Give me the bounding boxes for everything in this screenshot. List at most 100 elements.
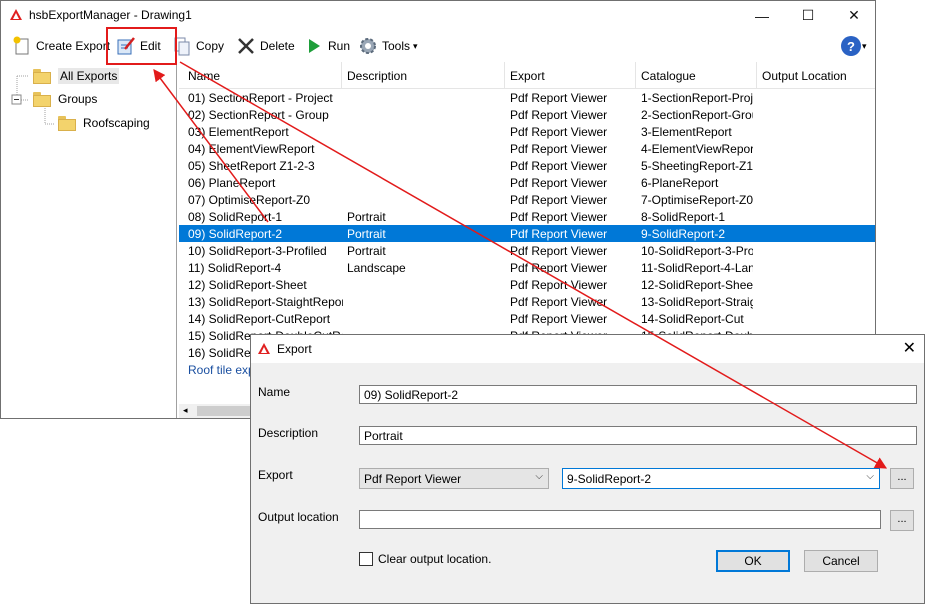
table-row[interactable]: 08) SolidReport-1 Portrait Pdf Report View… xyxy=(179,208,875,225)
help-chevron-down-icon: ▾ xyxy=(862,40,867,51)
copy-button[interactable]: Copy xyxy=(171,33,224,59)
title-bar: hsbExportManager - Drawing1 — ☐ ✕ xyxy=(1,1,875,30)
tree-item-roofscaping[interactable]: Roofscaping xyxy=(57,114,150,132)
cell-name: 09) SolidReport-2 xyxy=(188,227,283,241)
table-row[interactable]: 11) SolidReport-4 Landscape Pdf Report Vie… xyxy=(179,259,875,276)
chevron-down-icon: ⌵ xyxy=(535,471,543,482)
cell-catalogue: 1-SectionReport-Proj... xyxy=(641,91,753,105)
column-header-name[interactable]: Name xyxy=(188,69,220,83)
table-row[interactable]: 03) ElementReport Pdf Report Viewer 3-Elem… xyxy=(179,123,875,140)
checkbox-box[interactable] xyxy=(359,552,373,566)
cell-export: Pdf Report Viewer xyxy=(510,278,608,292)
cell-name: 11) SolidReport-4 xyxy=(188,261,282,275)
chevron-down-icon: ⌵ xyxy=(866,471,874,482)
dialog-close-button[interactable]: ✕ xyxy=(903,338,916,358)
folder-icon xyxy=(32,67,52,85)
cell-export: Pdf Report Viewer xyxy=(510,108,608,122)
minimize-button[interactable]: — xyxy=(739,1,785,30)
output-browse-button[interactable]: ... xyxy=(890,510,914,531)
table-row[interactable]: 10) SolidReport-3-Profiled Portrait Pdf Re… xyxy=(179,242,875,259)
table-row[interactable]: 13) SolidReport-StaightReport Pdf Report … xyxy=(179,293,875,310)
delete-label: Delete xyxy=(260,39,295,53)
column-header-export[interactable]: Export xyxy=(510,69,545,83)
export-type-select[interactable]: Pdf Report Viewer ⌵ xyxy=(359,468,549,489)
cell-catalogue: 5-SheetingReport-Z1-3 xyxy=(641,159,753,173)
folder-icon xyxy=(57,114,77,132)
cancel-button[interactable]: Cancel xyxy=(804,550,878,572)
chevron-down-icon: ▾ xyxy=(413,40,418,51)
maximize-button[interactable]: ☐ xyxy=(785,1,831,30)
cell-description: Portrait xyxy=(347,227,386,241)
cell-name: 02) SectionReport - Group xyxy=(188,108,329,122)
cell-description: Portrait xyxy=(347,210,386,224)
export-type-value: Pdf Report Viewer xyxy=(364,472,462,486)
cell-name: 01) SectionReport - Project xyxy=(188,91,333,105)
table-row[interactable]: 07) OptimiseReport-Z0 Pdf Report Viewer 7-… xyxy=(179,191,875,208)
description-field[interactable]: Portrait xyxy=(359,426,917,445)
cell-name: 07) OptimiseReport-Z0 xyxy=(188,193,311,207)
cell-name: 05) SheetReport Z1-2-3 xyxy=(188,159,315,173)
table-row[interactable]: 01) SectionReport - Project Pdf Report Vi… xyxy=(179,89,875,106)
close-button[interactable]: ✕ xyxy=(831,1,877,30)
new-document-icon xyxy=(11,35,33,57)
table-row[interactable]: 09) SolidReport-2 Portrait Pdf Report View… xyxy=(179,225,875,242)
table-row[interactable]: 02) SectionReport - Group Pdf Report View… xyxy=(179,106,875,123)
column-header-output-location[interactable]: Output Location xyxy=(762,69,847,83)
gear-icon xyxy=(357,35,379,57)
catalogue-browse-button[interactable]: ... xyxy=(890,468,914,489)
create-export-button[interactable]: Create Export xyxy=(11,33,110,59)
name-field[interactable]: 09) SolidReport-2 xyxy=(359,385,917,404)
scroll-left-icon[interactable]: ◂ xyxy=(183,405,188,416)
cell-export: Pdf Report Viewer xyxy=(510,176,608,190)
column-header-description[interactable]: Description xyxy=(347,69,407,83)
cell-catalogue: 10-SolidReport-3-Pro... xyxy=(641,244,753,258)
export-catalogue-select[interactable]: 9-SolidReport-2 ⌵ xyxy=(562,468,880,489)
cell-export: Pdf Report Viewer xyxy=(510,261,608,275)
cell-catalogue: 3-ElementReport xyxy=(641,125,732,139)
run-button[interactable]: Run xyxy=(303,33,350,59)
delete-x-icon xyxy=(235,35,257,57)
dialog-title-bar: Export ✕ xyxy=(251,335,924,363)
delete-button[interactable]: Delete xyxy=(235,33,295,59)
cell-catalogue: 11-SolidReport-4-Lan... xyxy=(641,261,753,275)
window-title: hsbExportManager - Drawing1 xyxy=(29,8,192,22)
cell-description: Landscape xyxy=(347,261,406,275)
create-export-label: Create Export xyxy=(36,39,111,53)
run-label: Run xyxy=(328,39,351,53)
output-location-label: Output location xyxy=(258,510,339,524)
tools-menu[interactable]: Tools ▾ xyxy=(357,33,418,59)
cell-catalogue: 8-SolidReport-1 xyxy=(641,210,726,224)
export-label: Export xyxy=(258,468,293,482)
cell-name: 03) ElementReport xyxy=(188,125,289,139)
app-logo-icon xyxy=(258,343,270,354)
play-icon xyxy=(303,35,325,57)
clear-output-label: Clear output location. xyxy=(378,552,492,566)
cell-export: Pdf Report Viewer xyxy=(510,295,608,309)
folder-icon xyxy=(32,90,52,108)
column-header-catalogue[interactable]: Catalogue xyxy=(641,69,696,83)
cell-name: 06) PlaneReport xyxy=(188,176,276,190)
cell-catalogue: 14-SolidReport-Cut xyxy=(641,312,744,326)
table-row[interactable]: 04) ElementViewReport Pdf Report Viewer 4-… xyxy=(179,140,875,157)
cell-catalogue: 7-OptimiseReport-Z0 xyxy=(641,193,753,207)
clear-output-checkbox[interactable]: Clear output location. xyxy=(359,552,491,566)
scrollbar-thumb[interactable] xyxy=(197,406,257,416)
tree-item-groups[interactable]: Groups xyxy=(32,90,97,108)
help-button[interactable]: ? ▾ xyxy=(841,33,867,59)
cell-catalogue: 12-SolidReport-Sheet xyxy=(641,278,753,292)
table-row[interactable]: 06) PlaneReport Pdf Report Viewer 6-PlaneR… xyxy=(179,174,875,191)
export-dialog: Export ✕ Name 09) SolidReport-2 Descript… xyxy=(250,334,925,604)
cell-catalogue: 2-SectionReport-Group xyxy=(641,108,753,122)
table-row[interactable]: 05) SheetReport Z1-2-3 Pdf Report Viewer 5… xyxy=(179,157,875,174)
cell-export: Pdf Report Viewer xyxy=(510,210,608,224)
cell-export: Pdf Report Viewer xyxy=(510,91,608,105)
edit-highlight-annotation xyxy=(106,27,177,65)
output-location-field[interactable] xyxy=(359,510,881,529)
table-row[interactable]: 12) SolidReport-Sheet Pdf Report Viewer 12… xyxy=(179,276,875,293)
ok-button[interactable]: OK xyxy=(716,550,790,572)
tree-item-all-exports[interactable]: All Exports xyxy=(32,67,120,85)
cell-catalogue: 4-ElementViewReport xyxy=(641,142,753,156)
table-row[interactable]: 14) SolidReport-CutReport Pdf Report View… xyxy=(179,310,875,327)
cell-export: Pdf Report Viewer xyxy=(510,312,608,326)
cell-name: 14) SolidReport-CutReport xyxy=(188,312,331,326)
